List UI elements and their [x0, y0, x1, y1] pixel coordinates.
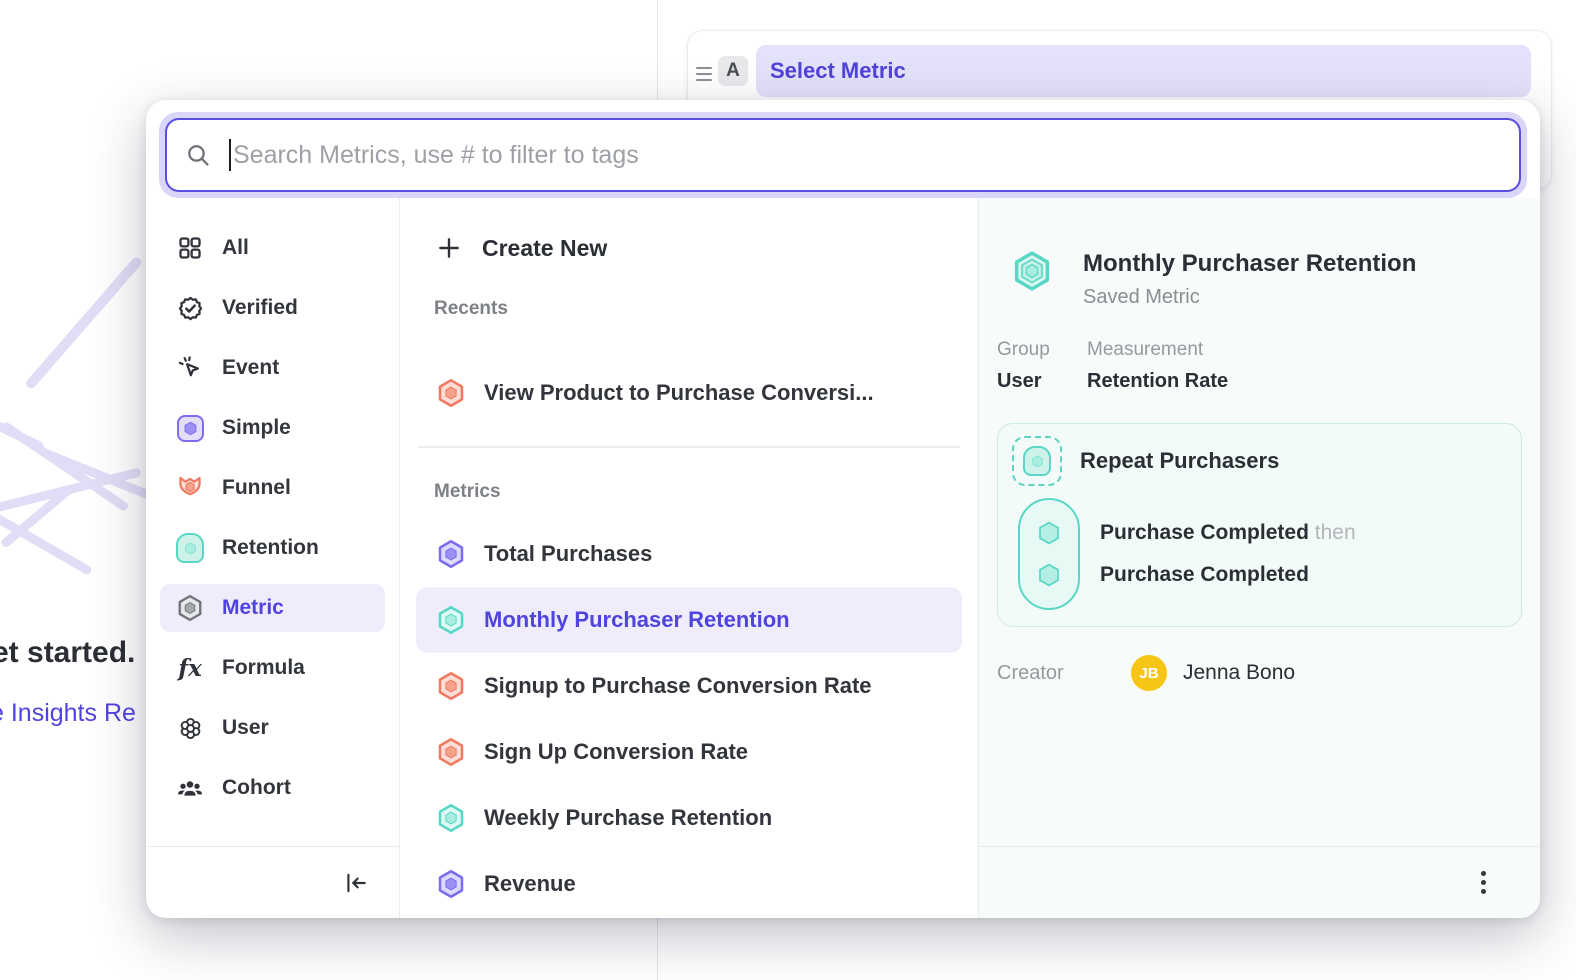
metric-list-panel: Create New Recents View Product to Purch…: [400, 198, 978, 918]
drag-handle-icon[interactable]: [696, 67, 712, 81]
recents-heading: Recents: [416, 298, 962, 324]
definition-step-1: Purchase Completed then: [1100, 518, 1356, 548]
funnel-metric-icon: [436, 671, 466, 701]
decorative-line: [24, 255, 143, 390]
sidebar-item-label: User: [222, 716, 269, 740]
retention-arch-icon: [176, 534, 204, 562]
sidebar-item-all[interactable]: All: [160, 224, 385, 272]
sidebar-item-formula[interactable]: fx Formula: [160, 644, 385, 692]
detail-footer: [979, 846, 1540, 918]
search-box[interactable]: [165, 118, 1521, 192]
collapse-left-icon: [343, 870, 369, 896]
definition-name: Repeat Purchasers: [1080, 448, 1279, 474]
funnel-metric-icon: [436, 378, 466, 408]
create-new-button[interactable]: Create New: [416, 222, 962, 274]
creator-name: Jenna Bono: [1183, 661, 1295, 685]
metric-hexagon-icon: [176, 594, 204, 622]
detail-info: Group User Measurement Retention Rate: [997, 339, 1522, 393]
create-new-label: Create New: [482, 235, 607, 262]
metric-item-label: Signup to Purchase Conversion Rate: [484, 673, 872, 699]
sidebar-item-label: Event: [222, 356, 279, 380]
metric-item-label: Weekly Purchase Retention: [484, 805, 772, 831]
sidebar-item-label: Metric: [222, 596, 284, 620]
saved-metric-icon: [1011, 250, 1053, 292]
sidebar-item-label: All: [222, 236, 249, 260]
metric-hexagon-icon: [436, 539, 466, 569]
metric-item-label: Monthly Purchaser Retention: [484, 607, 790, 633]
background-insights-link-partial[interactable]: e Insights Re: [0, 699, 136, 728]
metric-item-label: Sign Up Conversion Rate: [484, 739, 748, 765]
metric-hexagon-icon: [436, 869, 466, 899]
verified-badge-icon: [176, 294, 204, 322]
funnel-metric-icon: [436, 737, 466, 767]
sidebar-item-label: Funnel: [222, 476, 291, 500]
metric-item-label: Total Purchases: [484, 541, 652, 567]
sidebar-item-retention[interactable]: Retention: [160, 524, 385, 572]
sidebar-item-funnel[interactable]: Funnel: [160, 464, 385, 512]
select-metric-button[interactable]: Select Metric: [756, 45, 1531, 97]
sidebar-footer: [146, 846, 399, 918]
metric-picker-modal: All Verified: [146, 100, 1540, 918]
creator-avatar: JB: [1131, 655, 1167, 691]
funnel-hexagon-icon: [176, 474, 204, 502]
sidebar-item-event[interactable]: Event: [160, 344, 385, 392]
cursor-click-icon: [176, 354, 204, 382]
measurement-value: Retention Rate: [1087, 370, 1228, 393]
sidebar-item-label: Simple: [222, 416, 291, 440]
simple-hexagon-icon: [176, 414, 204, 442]
creator-label: Creator: [997, 662, 1131, 685]
plus-icon: [436, 235, 462, 261]
sidebar-item-verified[interactable]: Verified: [160, 284, 385, 332]
sidebar-item-label: Cohort: [222, 776, 291, 800]
definition-step-2: Purchase Completed: [1100, 560, 1356, 590]
search-input[interactable]: [233, 141, 1501, 170]
sidebar-item-simple[interactable]: Simple: [160, 404, 385, 452]
metric-detail-panel: Monthly Purchaser Retention Saved Metric…: [978, 198, 1540, 918]
sidebar-item-label: Formula: [222, 656, 305, 680]
metrics-heading: Metrics: [416, 481, 962, 507]
detail-title: Monthly Purchaser Retention: [1083, 250, 1416, 278]
event-hexagon-icon: [1036, 520, 1062, 546]
creator-row: Creator JB Jenna Bono: [997, 655, 1522, 691]
search-icon: [185, 142, 212, 169]
event-sequence-capsule: [1018, 498, 1080, 610]
sidebar-item-user[interactable]: User: [160, 704, 385, 752]
sidebar-item-metric[interactable]: Metric: [160, 584, 385, 632]
sidebar-item-label: Verified: [222, 296, 298, 320]
formula-fx-icon: fx: [176, 654, 204, 682]
metric-slot-badge: A: [718, 56, 748, 86]
metric-item[interactable]: Total Purchases: [416, 521, 962, 587]
background-heading-partial: et started.: [0, 636, 135, 670]
group-label: Group: [997, 339, 1087, 361]
user-cluster-icon: [176, 714, 204, 742]
section-divider: [418, 446, 960, 448]
recent-item-label: View Product to Purchase Conversi...: [484, 380, 874, 406]
sidebar-item-cohort[interactable]: Cohort: [160, 764, 385, 812]
cohort-people-icon: [176, 774, 204, 802]
measurement-label: Measurement: [1087, 339, 1228, 361]
metric-item[interactable]: Signup to Purchase Conversion Rate: [416, 653, 962, 719]
event-hexagon-icon: [1036, 562, 1062, 588]
text-caret: [229, 139, 231, 171]
metric-item[interactable]: Weekly Purchase Retention: [416, 785, 962, 851]
collapse-sidebar-button[interactable]: [339, 866, 373, 900]
retention-metric-icon: [436, 605, 466, 635]
metric-item-label: Revenue: [484, 871, 576, 897]
metric-item[interactable]: Sign Up Conversion Rate: [416, 719, 962, 785]
metric-item[interactable]: Revenue: [416, 851, 962, 917]
definition-card: Repeat Purchasers Purchase Completed the…: [997, 423, 1522, 627]
search-focus-ring: [159, 112, 1527, 198]
metric-item-selected[interactable]: Monthly Purchaser Retention: [416, 587, 962, 653]
retention-metric-icon: [436, 803, 466, 833]
retention-definition-icon: [1012, 436, 1062, 486]
recent-item[interactable]: View Product to Purchase Conversi...: [416, 360, 962, 426]
filter-sidebar: All Verified: [146, 198, 400, 918]
decorative-line: [0, 513, 93, 576]
grid-icon: [176, 234, 204, 262]
detail-subtitle: Saved Metric: [1083, 286, 1416, 309]
sidebar-item-label: Retention: [222, 536, 319, 560]
select-metric-label: Select Metric: [770, 58, 906, 84]
group-value: User: [997, 370, 1087, 393]
more-options-button[interactable]: [1466, 866, 1500, 900]
